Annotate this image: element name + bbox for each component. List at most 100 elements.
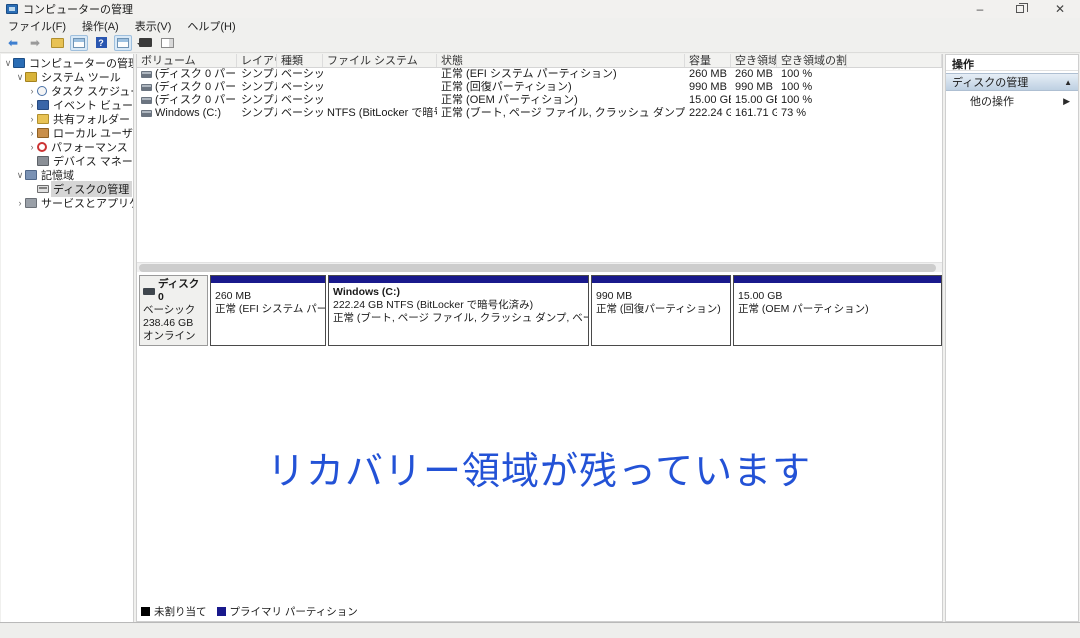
disk-graphical-view: ディスク 0 ベーシック 238.46 GB オンライン 260 MB 正常 (… <box>137 272 942 621</box>
console-properties-icon[interactable] <box>136 35 154 51</box>
horizontal-scrollbar[interactable] <box>137 262 942 272</box>
menu-file[interactable]: ファイル(F) <box>0 18 74 34</box>
legend-label: 未割り当て <box>154 604 207 619</box>
partition-color-bar <box>211 276 325 284</box>
expander-icon[interactable]: › <box>27 142 37 152</box>
partition-recovery[interactable]: 990 MB 正常 (回復パーティション) <box>591 275 731 346</box>
tree-item-performance[interactable]: › パフォーマンス <box>1 140 133 154</box>
partition-name: Windows (C:) <box>333 286 584 299</box>
volume-icon <box>141 84 152 91</box>
partition-efi[interactable]: 260 MB 正常 (EFI システム パーティション) <box>210 275 326 346</box>
legend: 未割り当て プライマリ パーティション <box>141 604 358 619</box>
partition-windows-c[interactable]: Windows (C:) 222.24 GB NTFS (BitLocker で… <box>328 275 589 346</box>
scrollbar-thumb[interactable] <box>139 264 936 272</box>
tree-item-services-applications[interactable]: › サービスとアプリケーション <box>1 196 133 210</box>
shared-folders-icon <box>37 114 49 124</box>
app-icon <box>6 4 18 14</box>
partition-color-bar <box>592 276 730 284</box>
minimize-button[interactable]: – <box>960 0 1000 18</box>
volume-row[interactable]: Windows (C:) シンプル ベーシック NTFS (BitLocker … <box>137 107 942 120</box>
volume-status: 正常 (回復パーティション) <box>437 81 685 94</box>
column-status[interactable]: 状態 <box>437 54 685 67</box>
help-icon[interactable]: ? <box>92 35 110 51</box>
desktop-background-strip <box>0 624 1080 638</box>
tree-item-device-manager[interactable]: デバイス マネージャー <box>1 154 133 168</box>
volume-row[interactable]: (ディスク 0 パーティション 4) シンプル ベーシック 正常 (回復パーティ… <box>137 81 942 94</box>
storage-icon <box>25 170 37 180</box>
column-volume[interactable]: ボリューム <box>137 54 237 67</box>
users-groups-icon <box>37 128 49 138</box>
expander-icon[interactable]: ∨ <box>15 72 25 83</box>
restore-button[interactable] <box>1000 0 1040 18</box>
expander-icon[interactable]: › <box>27 86 37 96</box>
tree-item-system-tools[interactable]: ∨ システム ツール <box>1 70 133 84</box>
expander-icon[interactable]: › <box>27 100 37 110</box>
column-type[interactable]: 種類 <box>277 54 323 67</box>
window-title: コンピューターの管理 <box>23 1 133 17</box>
question-icon: ? <box>96 37 107 48</box>
tree-item-disk-management[interactable]: ディスクの管理 <box>1 182 133 196</box>
volume-row[interactable]: (ディスク 0 パーティション 5) シンプル ベーシック 正常 (OEM パー… <box>137 94 942 107</box>
column-free-pct[interactable]: 空き領域の割合 <box>777 54 847 67</box>
volume-row[interactable]: (ディスク 0 パーティション 1) シンプル ベーシック 正常 (EFI シス… <box>137 68 942 81</box>
column-free-space[interactable]: 空き領域 <box>731 54 777 67</box>
volume-fs <box>323 81 437 94</box>
back-icon[interactable]: ⬅ <box>4 35 22 51</box>
volume-list-header: ボリューム レイアウト 種類 ファイル システム 状態 容量 空き領域 空き領域… <box>137 54 942 68</box>
forward-icon[interactable]: ➡ <box>26 35 44 51</box>
disk-size: 238.46 GB <box>143 317 204 330</box>
legend-label: プライマリ パーティション <box>230 604 358 619</box>
partition-size: 222.24 GB NTFS (BitLocker で暗号化済み) <box>333 299 584 312</box>
console-tree: ∨ コンピューターの管理 (ローカル) ∨ システム ツール › タスク スケジ… <box>1 54 134 622</box>
volume-status: 正常 (ブート, ページ ファイル, クラッシュ ダンプ, ベーシック データ … <box>437 107 685 120</box>
menu-help[interactable]: ヘルプ(H) <box>179 18 243 34</box>
partition-oem[interactable]: 15.00 GB 正常 (OEM パーティション) <box>733 275 942 346</box>
volume-free-pct: 100 % <box>777 68 847 81</box>
submenu-arrow-icon: ▶ <box>1063 96 1070 107</box>
up-one-level-icon[interactable] <box>48 35 66 51</box>
primary-partition-swatch <box>217 607 226 616</box>
tree-item-event-viewer[interactable]: › イベント ビューアー <box>1 98 133 112</box>
more-actions-item[interactable]: 他の操作 ▶ <box>946 91 1078 111</box>
expander-icon[interactable]: › <box>27 128 37 138</box>
title-bar: コンピューターの管理 – ✕ <box>0 0 1080 18</box>
actions-group-disk-management[interactable]: ディスクの管理 ▲ <box>946 73 1078 91</box>
tree-item-computer-management[interactable]: ∨ コンピューターの管理 (ローカル) <box>1 56 133 70</box>
volume-free-pct: 73 % <box>777 107 847 120</box>
new-window-icon[interactable] <box>158 35 176 51</box>
menu-view[interactable]: 表示(V) <box>127 18 180 34</box>
show-console-tree-icon[interactable] <box>70 35 88 51</box>
computer-management-window: コンピューターの管理 – ✕ ファイル(F) 操作(A) 表示(V) ヘルプ(H… <box>0 0 1080 623</box>
menu-action[interactable]: 操作(A) <box>74 18 127 34</box>
disk-0-label[interactable]: ディスク 0 ベーシック 238.46 GB オンライン <box>139 275 208 346</box>
column-capacity[interactable]: 容量 <box>685 54 731 67</box>
task-scheduler-icon <box>37 86 47 96</box>
disk-type: ベーシック <box>143 304 204 317</box>
volume-fs: NTFS (BitLocker で暗号化済み) <box>323 107 437 120</box>
volume-capacity: 260 MB <box>685 68 731 81</box>
expander-icon[interactable]: ∨ <box>15 170 25 181</box>
partition-color-bar <box>329 276 588 284</box>
services-icon <box>25 198 37 208</box>
actions-header: 操作 <box>946 55 1078 71</box>
collapse-icon[interactable]: ▲ <box>1064 78 1072 87</box>
tree-item-local-users-groups[interactable]: › ローカル ユーザーとグループ <box>1 126 133 140</box>
volume-type: ベーシック <box>277 107 323 120</box>
tree-item-storage[interactable]: ∨ 記憶域 <box>1 168 133 182</box>
partition-status: 正常 (回復パーティション) <box>596 303 726 316</box>
volume-icon <box>141 71 152 78</box>
column-filesystem[interactable]: ファイル システム <box>323 54 437 67</box>
expander-icon[interactable]: › <box>27 114 37 124</box>
window-icon <box>117 38 129 48</box>
expander-icon[interactable]: › <box>15 198 25 208</box>
restore-icon <box>1016 5 1024 13</box>
show-action-pane-icon[interactable] <box>114 35 132 51</box>
tree-item-shared-folders[interactable]: › 共有フォルダー <box>1 112 133 126</box>
close-button[interactable]: ✕ <box>1040 0 1080 18</box>
column-layout[interactable]: レイアウト <box>237 54 277 67</box>
event-viewer-icon <box>37 100 49 110</box>
volume-free-pct: 100 % <box>777 94 847 107</box>
tree-item-task-scheduler[interactable]: › タスク スケジューラ <box>1 84 133 98</box>
expander-icon[interactable]: ∨ <box>3 58 13 69</box>
volume-capacity: 222.24 GB <box>685 107 731 120</box>
